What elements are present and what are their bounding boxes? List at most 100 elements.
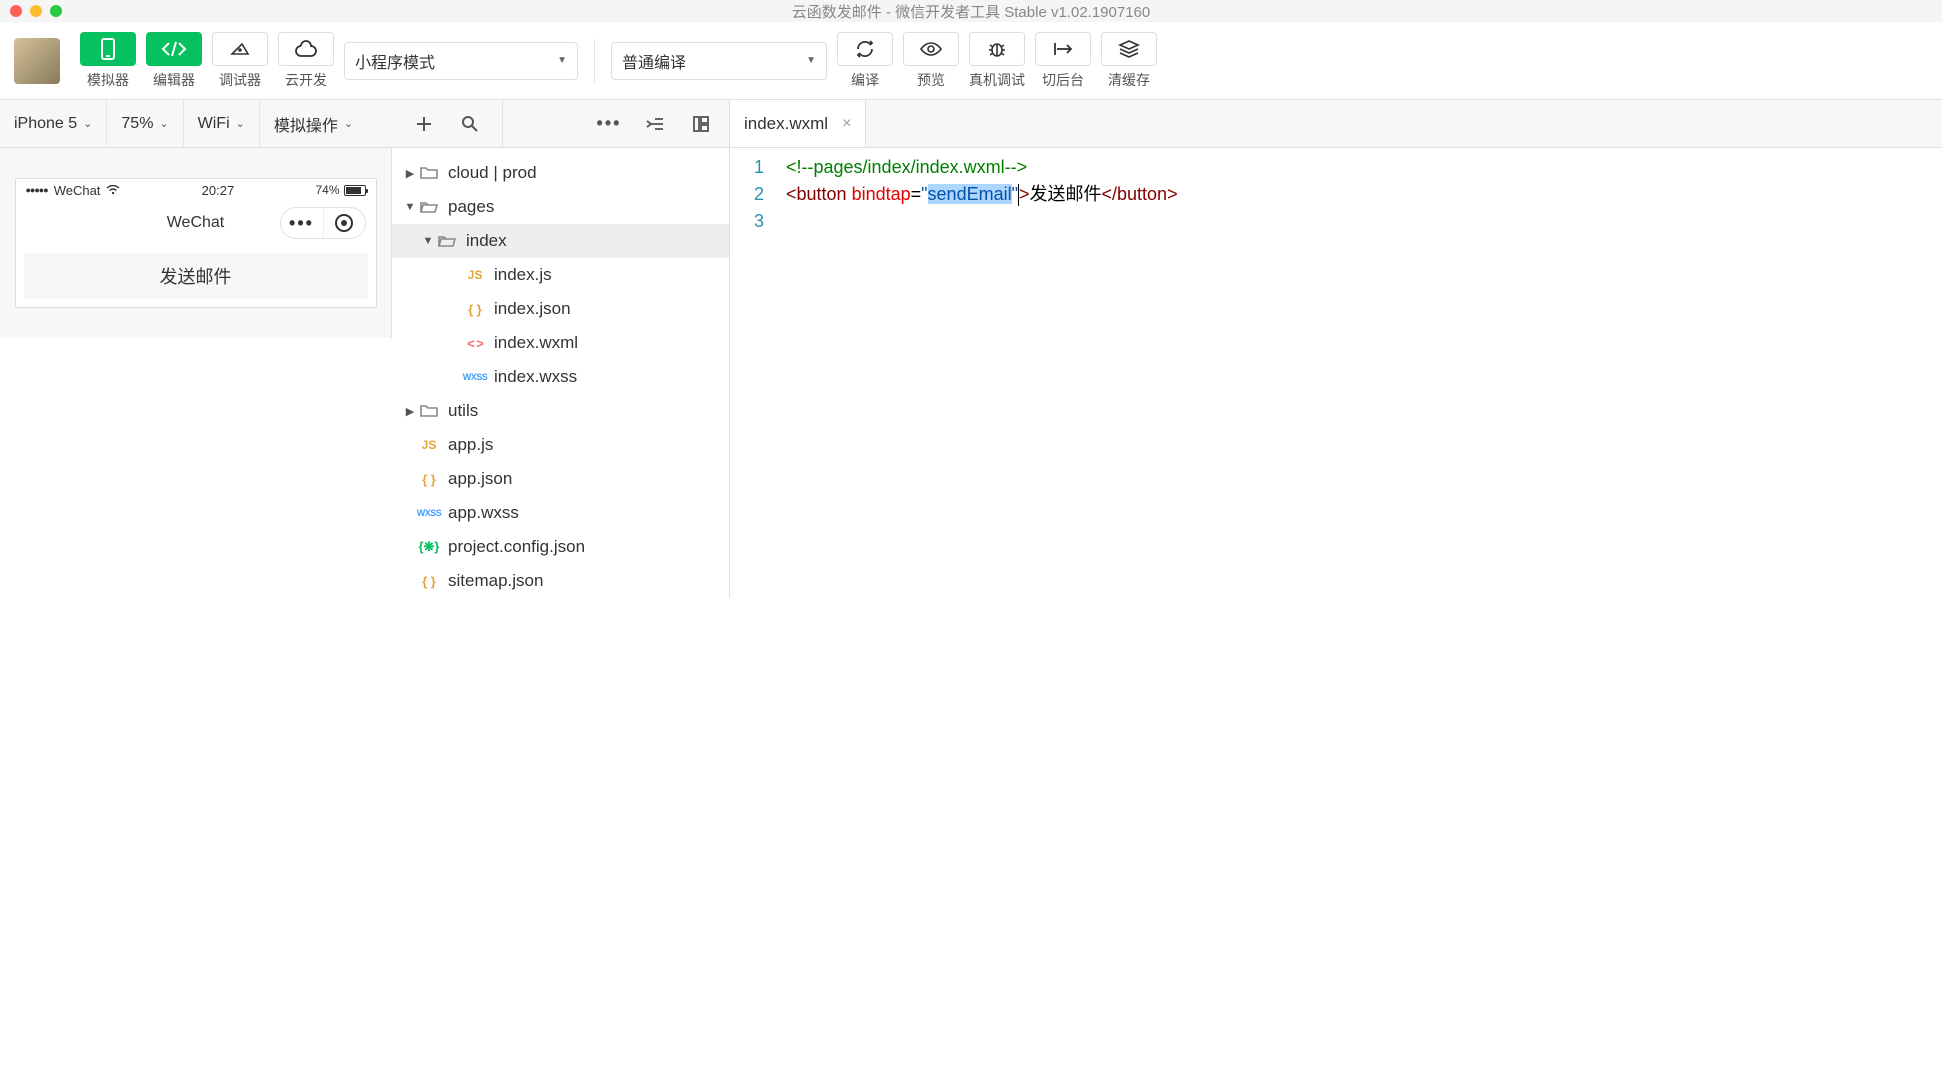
editor-tabs: index.wxml × <box>730 100 1942 148</box>
tree-label: app.wxss <box>448 503 519 523</box>
tree-label: app.js <box>448 435 493 455</box>
preview-button[interactable]: 预览 <box>903 31 959 91</box>
json-icon: { } <box>418 472 440 487</box>
tree-file-index-json[interactable]: { } index.json <box>392 292 729 326</box>
tree-label: index <box>466 231 507 251</box>
folder-icon <box>418 404 440 418</box>
tree-label: sitemap.json <box>448 571 543 591</box>
tab-filename: index.wxml <box>744 114 828 134</box>
code-line-3 <box>786 208 1942 235</box>
cloud-label: 云开发 <box>285 70 327 90</box>
folder-open-icon <box>418 200 440 214</box>
compile-mode-select[interactable]: 普通编译 ▼ <box>611 42 827 80</box>
window-close-button[interactable] <box>10 5 22 17</box>
indent-settings-button[interactable] <box>645 114 665 134</box>
clear-cache-button[interactable]: 清缓存 <box>1101 31 1157 91</box>
zoom-label: 75% <box>121 115 153 133</box>
preview-label: 预览 <box>917 70 945 90</box>
code-line-1: <!--pages/index/index.wxml--> <box>786 154 1942 181</box>
sim-action-label: 模拟操作 <box>274 112 338 136</box>
avatar[interactable] <box>14 38 60 84</box>
code-lines: <!--pages/index/index.wxml--> <button bi… <box>778 154 1942 235</box>
js-icon: JS <box>418 438 440 452</box>
tree-label: index.wxss <box>494 367 577 387</box>
wxss-icon: WXSS <box>418 508 440 518</box>
tree-file-project-config[interactable]: {❋} project.config.json <box>392 530 729 564</box>
tree-file-sitemap[interactable]: { } sitemap.json <box>392 564 729 598</box>
compile-mode-label: 普通编译 <box>622 49 686 73</box>
dots-icon: ••• <box>289 213 314 234</box>
tree-folder-utils[interactable]: ▶ utils <box>392 394 729 428</box>
tree-file-app-wxss[interactable]: WXSS app.wxss <box>392 496 729 530</box>
simulator-controls: iPhone 5 ⌄ 75% ⌄ WiFi ⌄ 模拟操作 ⌄ <box>0 100 392 148</box>
send-email-button[interactable]: 发送邮件 <box>24 253 368 299</box>
compile-button[interactable]: 编译 <box>837 31 893 91</box>
editor-toggle[interactable]: 编辑器 <box>146 31 202 91</box>
capsule-menu-button[interactable]: ••• <box>281 208 323 238</box>
background-icon <box>1035 32 1091 66</box>
wifi-icon <box>106 185 120 195</box>
device-label: iPhone 5 <box>14 115 77 133</box>
tree-folder-cloud[interactable]: ▶ cloud | prod <box>392 156 729 190</box>
code-icon <box>146 32 202 66</box>
network-label: WiFi <box>198 115 230 133</box>
tree-label: app.json <box>448 469 512 489</box>
more-options-button[interactable]: ••• <box>599 114 619 134</box>
close-tab-button[interactable]: × <box>842 115 851 133</box>
app-mode-select[interactable]: 小程序模式 ▼ <box>344 42 578 80</box>
tree-label: project.config.json <box>448 537 585 557</box>
line-number: 3 <box>730 208 764 235</box>
window-titlebar: 云函数发邮件 - 微信开发者工具 Stable v1.02.1907160 <box>0 0 1942 22</box>
config-icon: {❋} <box>418 539 440 555</box>
simulator-toggle[interactable]: 模拟器 <box>80 31 136 91</box>
window-maximize-button[interactable] <box>50 5 62 17</box>
tree-label: index.json <box>494 299 571 319</box>
tree-file-index-wxml[interactable]: < > index.wxml <box>392 326 729 360</box>
tree-file-app-js[interactable]: JS app.js <box>392 428 729 462</box>
tree-file-index-wxss[interactable]: WXSS index.wxss <box>392 360 729 394</box>
capsule-close-button[interactable] <box>323 208 365 238</box>
time-label: 20:27 <box>202 183 235 198</box>
zoom-select[interactable]: 75% ⌄ <box>107 100 183 147</box>
chevron-down-icon: ▼ <box>557 55 567 66</box>
tree-file-app-json[interactable]: { } app.json <box>392 462 729 496</box>
layers-icon <box>1101 32 1157 66</box>
network-select[interactable]: WiFi ⌄ <box>184 100 260 147</box>
debugger-icon <box>212 32 268 66</box>
main-area: iPhone 5 ⌄ 75% ⌄ WiFi ⌄ 模拟操作 ⌄ <box>0 100 1942 1034</box>
debugger-toggle[interactable]: 调试器 <box>212 31 268 91</box>
app-mode-label: 小程序模式 <box>355 49 435 73</box>
sim-action-select[interactable]: 模拟操作 ⌄ <box>260 100 367 147</box>
line-number: 1 <box>730 154 764 181</box>
folder-icon <box>418 166 440 180</box>
tree-label: index.js <box>494 265 552 285</box>
wxss-icon: WXSS <box>464 372 486 382</box>
chevron-down-icon: ⌄ <box>344 117 353 130</box>
device-select[interactable]: iPhone 5 ⌄ <box>0 100 107 147</box>
background-button[interactable]: 切后台 <box>1035 31 1091 91</box>
eye-icon <box>903 32 959 66</box>
divider <box>594 39 595 83</box>
tree-file-index-js[interactable]: JS index.js <box>392 258 729 292</box>
remote-debug-button[interactable]: 真机调试 <box>969 31 1025 91</box>
tree-folder-index[interactable]: ▼ index <box>392 224 729 258</box>
folder-open-icon <box>436 234 458 248</box>
chevron-down-icon: ▼ <box>806 55 816 66</box>
code-editor[interactable]: 1 2 3 <!--pages/index/index.wxml--> <but… <box>730 148 1942 241</box>
file-explorer: ▶ cloud | prod ▼ pages ▼ index <box>392 148 730 598</box>
phone-frame: ●●●●● WeChat 20:27 74% WeChat ••• <box>15 178 377 308</box>
editor-label: 编辑器 <box>153 70 195 90</box>
layout-settings-button[interactable] <box>691 114 711 134</box>
tree-label: index.wxml <box>494 333 578 353</box>
chevron-right-icon: ▶ <box>402 167 418 180</box>
add-file-button[interactable] <box>414 114 434 134</box>
compile-label: 编译 <box>851 70 879 90</box>
phone-nav-bar: WeChat ••• <box>16 201 376 245</box>
tree-folder-pages[interactable]: ▼ pages <box>392 190 729 224</box>
chevron-down-icon: ▼ <box>420 235 436 247</box>
window-minimize-button[interactable] <box>30 5 42 17</box>
editor-tab-index-wxml[interactable]: index.wxml × <box>730 100 866 147</box>
chevron-down-icon: ⌄ <box>83 117 92 130</box>
cloud-dev-button[interactable]: 云开发 <box>278 31 334 91</box>
search-button[interactable] <box>460 114 480 134</box>
